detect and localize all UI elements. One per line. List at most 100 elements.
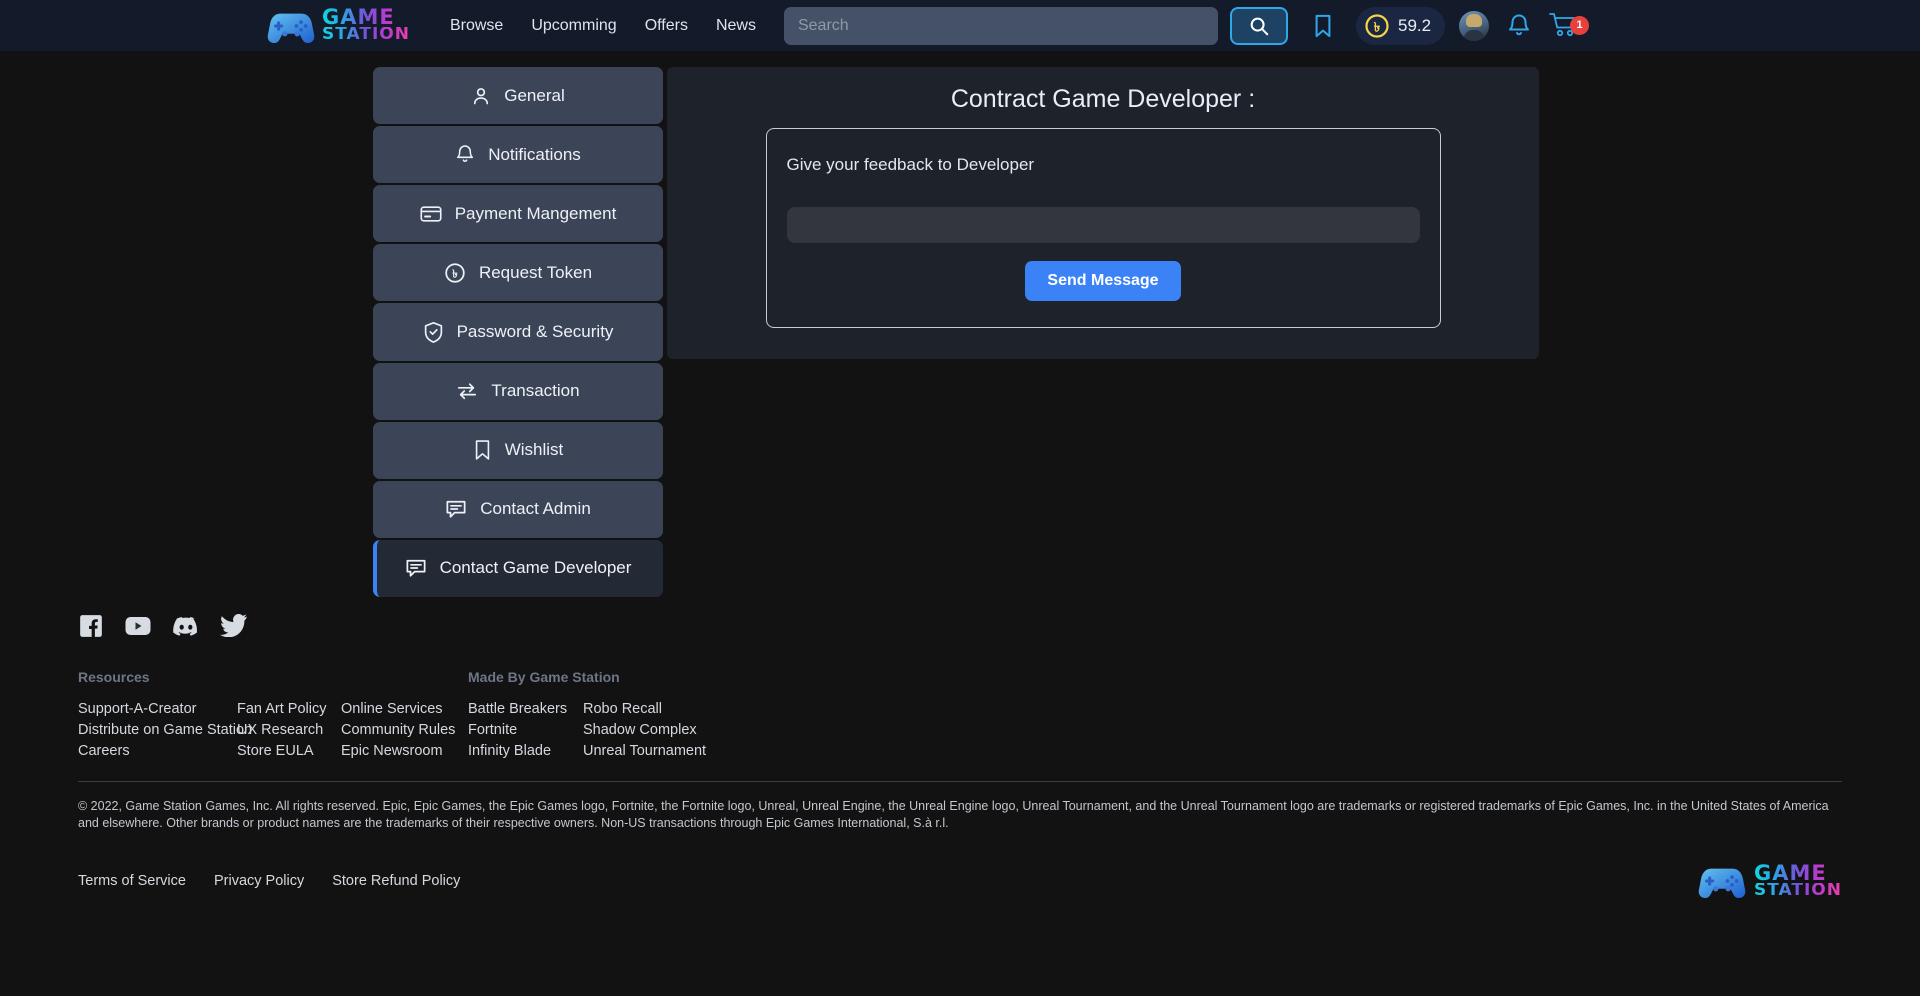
footer-link[interactable]: Careers xyxy=(78,743,237,759)
gamepad-icon xyxy=(267,13,315,43)
facebook-icon[interactable] xyxy=(78,613,104,639)
brand-logo[interactable]: GAME STATION xyxy=(266,6,410,45)
svg-text:৳: ৳ xyxy=(452,267,458,280)
bookmark-icon xyxy=(475,440,489,460)
sidebar-item-label: Password & Security xyxy=(456,321,614,341)
bookmark-icon xyxy=(1315,14,1331,37)
site-footer: Resources Support-A-Creator Distribute o… xyxy=(0,597,1920,899)
avatar[interactable] xyxy=(1459,10,1490,41)
discord-icon[interactable] xyxy=(172,613,200,639)
footer-link[interactable]: Distribute on Game Station xyxy=(78,722,252,738)
footer-group-title: Made By Game Station xyxy=(468,669,620,685)
footer-link[interactable]: UX Research xyxy=(237,722,341,738)
send-message-button[interactable]: Send Message xyxy=(1025,261,1181,301)
footer-link[interactable]: Infinity Blade xyxy=(468,743,583,759)
sidebar-item-request-token[interactable]: ৳ Request Token xyxy=(373,244,663,302)
footer-group-resources: Resources Support-A-Creator Distribute o… xyxy=(78,669,468,759)
nav-item-browse[interactable]: Browse xyxy=(450,17,503,35)
nav-item-news[interactable]: News xyxy=(716,17,756,35)
cart-badge-count: 1 xyxy=(1570,15,1590,35)
footer-link[interactable]: Battle Breakers xyxy=(468,701,583,717)
sidebar-item-password-security[interactable]: Password & Security xyxy=(373,303,663,361)
notifications-button[interactable] xyxy=(1505,12,1533,40)
search-button[interactable] xyxy=(1229,6,1288,45)
footer-column: Battle Breakers Fortnite Infinity Blade xyxy=(468,701,583,759)
brand-name-line2: STATION xyxy=(1754,880,1842,901)
youtube-icon[interactable] xyxy=(124,613,152,639)
bell-icon xyxy=(457,145,474,163)
transfer-arrows-icon xyxy=(458,383,477,400)
sidebar-item-label: Request Token xyxy=(478,262,593,282)
footer-link[interactable]: Community Rules xyxy=(341,722,468,738)
chat-bubble-icon xyxy=(406,560,426,578)
footer-group-made-by-game-station: Made By Game Station Battle Breakers For… xyxy=(468,669,706,759)
footer-link[interactable]: Support-A-Creator xyxy=(78,701,237,717)
footer-column: Online Services Community Rules Epic New… xyxy=(341,701,468,759)
footer-column: Support-A-Creator Distribute on Game Sta… xyxy=(78,701,252,759)
sidebar-item-general[interactable]: General xyxy=(373,67,663,125)
sidebar-item-label: Contact Game Developer xyxy=(439,558,632,578)
bookmark-button[interactable] xyxy=(1308,11,1338,41)
settings-sidebar: General Notifications Payment Mangement … xyxy=(373,67,663,597)
cart-button[interactable]: 1 xyxy=(1549,11,1590,41)
search-box[interactable] xyxy=(783,6,1218,45)
sidebar-item-label: Transaction xyxy=(491,381,580,401)
chat-bubble-icon xyxy=(446,501,466,518)
shield-check-icon xyxy=(424,321,442,343)
sidebar-item-transaction[interactable]: Transaction xyxy=(373,362,663,420)
sidebar-item-contact-game-developer[interactable]: Contact Game Developer xyxy=(373,539,663,597)
sidebar-item-wishlist[interactable]: Wishlist xyxy=(373,421,663,479)
search-icon xyxy=(1250,17,1269,35)
top-header: GAME STATION Browse Upcomming Offers New… xyxy=(0,0,1920,51)
footer-link[interactable]: Shadow Complex xyxy=(583,722,706,738)
footer-link[interactable]: Store EULA xyxy=(237,743,341,759)
footer-column: Fan Art Policy UX Research Store EULA xyxy=(237,701,341,759)
feedback-card: Give your feedback to Developer Send Mes… xyxy=(765,128,1441,328)
sidebar-item-notifications[interactable]: Notifications xyxy=(373,126,663,184)
gamepad-icon xyxy=(1698,868,1746,899)
sidebar-item-label: Payment Mangement xyxy=(454,203,617,223)
taka-coin-icon: ৳ xyxy=(1365,13,1389,38)
brand-name-line2: STATION xyxy=(322,24,410,45)
legal-link-privacy-policy[interactable]: Privacy Policy xyxy=(214,873,304,889)
footer-brand-logo[interactable]: GAME STATION xyxy=(1697,862,1842,901)
sidebar-item-label: General xyxy=(504,85,565,105)
sidebar-item-contact-admin[interactable]: Contact Admin xyxy=(373,480,663,538)
main-panel: Contract Game Developer : Give your feed… xyxy=(667,67,1539,359)
footer-column: Robo Recall Shadow Complex Unreal Tourna… xyxy=(583,701,706,759)
footer-legal-row: Terms of Service Privacy Policy Store Re… xyxy=(78,862,1842,901)
sidebar-item-label: Contact Admin xyxy=(480,499,591,519)
feedback-label: Give your feedback to Developer xyxy=(786,155,1035,174)
sidebar-item-label: Notifications xyxy=(488,144,581,164)
balance-amount: 59.2 xyxy=(1397,15,1432,35)
legal-links: Terms of Service Privacy Policy Store Re… xyxy=(78,873,460,889)
footer-link[interactable]: Online Services xyxy=(341,701,468,717)
footer-link-groups: Resources Support-A-Creator Distribute o… xyxy=(78,669,1842,759)
page-title: Contract Game Developer : xyxy=(950,85,1256,113)
taka-coin-icon: ৳ xyxy=(445,263,465,283)
main-nav: Browse Upcomming Offers News xyxy=(450,17,756,35)
footer-link[interactable]: Robo Recall xyxy=(583,701,706,717)
sidebar-item-payment-mangement[interactable]: Payment Mangement xyxy=(373,185,663,243)
footer-divider xyxy=(78,781,1842,782)
page-body: General Notifications Payment Mangement … xyxy=(0,51,1920,597)
footer-link[interactable]: Unreal Tournament xyxy=(583,743,706,759)
social-links xyxy=(78,597,1842,639)
legal-link-store-refund-policy[interactable]: Store Refund Policy xyxy=(332,873,460,889)
nav-item-upcomming[interactable]: Upcomming xyxy=(531,17,616,35)
credit-card-icon xyxy=(420,206,442,222)
bell-icon xyxy=(1509,14,1530,35)
footer-link[interactable]: Fortnite xyxy=(468,722,583,738)
legal-link-terms-of-service[interactable]: Terms of Service xyxy=(78,873,186,889)
search-input[interactable] xyxy=(797,16,1204,35)
svg-text:৳: ৳ xyxy=(1374,20,1381,35)
nav-item-offers[interactable]: Offers xyxy=(645,17,688,35)
feedback-input[interactable] xyxy=(786,207,1420,243)
footer-link[interactable]: Fan Art Policy xyxy=(237,701,341,717)
copyright-text: © 2022, Game Station Games, Inc. All rig… xyxy=(78,799,1829,830)
balance-chip[interactable]: ৳ 59.2 xyxy=(1355,6,1446,45)
twitter-icon[interactable] xyxy=(220,613,248,637)
user-icon xyxy=(474,87,489,104)
footer-link[interactable]: Epic Newsroom xyxy=(341,743,468,759)
sidebar-item-label: Wishlist xyxy=(504,440,564,460)
